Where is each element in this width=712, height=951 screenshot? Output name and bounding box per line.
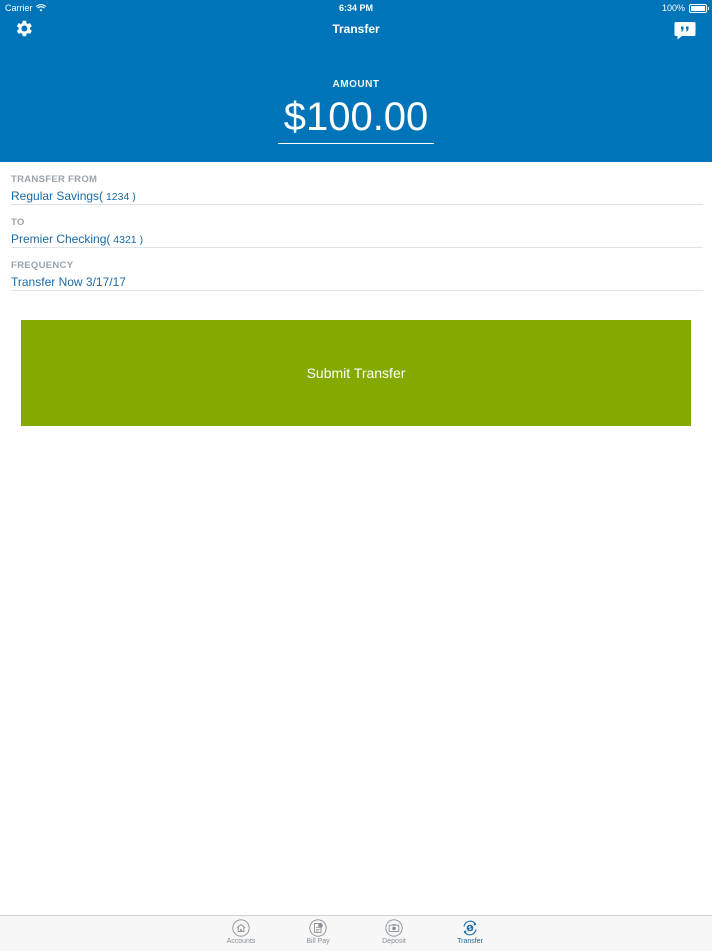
tab-bill-pay[interactable]: Bill Pay: [288, 916, 348, 951]
amount-label: AMOUNT: [332, 79, 380, 90]
tab-transfer-label: Transfer: [457, 938, 483, 945]
transfer-icon: [463, 920, 477, 936]
transfer-from-label: TRANSFER FROM: [11, 174, 98, 185]
transfer-to-label: TO: [11, 217, 25, 228]
tab-accounts-label: Accounts: [226, 938, 256, 945]
status-right: 100%: [661, 3, 709, 13]
from-account-number: 1234 ): [103, 191, 136, 203]
page-title: Transfer: [332, 22, 380, 36]
tab-deposit[interactable]: Deposit: [364, 916, 424, 951]
bill-icon: [309, 919, 327, 937]
transfer-to-value: Premier Checking( 4321 ): [11, 232, 143, 246]
amount-input[interactable]: $100.00: [278, 93, 434, 144]
transfer-from-value: Regular Savings( 1234 ): [11, 189, 136, 203]
frequency-value: Transfer Now 3/17/17: [11, 275, 126, 289]
submit-transfer-button[interactable]: Submit Transfer: [21, 320, 691, 426]
tab-transfer[interactable]: Transfer: [440, 916, 500, 951]
header: Carrier 6:34 PM 100% Transfer AMOUNT $10…: [0, 0, 712, 162]
battery-icon: [689, 3, 709, 13]
tab-bar: Accounts Bill Pay Deposit Transfer: [0, 915, 712, 951]
transfer-from-field[interactable]: TRANSFER FROM Regular Savings( 1234 ): [11, 162, 703, 205]
camera-icon: [385, 919, 403, 937]
battery-percent: 100%: [661, 3, 685, 13]
house-icon: [232, 919, 250, 937]
to-account-number: 4321 ): [110, 234, 144, 246]
tab-accounts[interactable]: Accounts: [211, 916, 271, 951]
frequency-label: FREQUENCY: [11, 260, 74, 271]
status-time: 6:34 PM: [338, 3, 373, 13]
frequency-field[interactable]: FREQUENCY Transfer Now 3/17/17: [11, 248, 703, 291]
to-account-name: Premier Checking(: [11, 232, 111, 246]
tab-deposit-label: Deposit: [382, 938, 406, 945]
from-account-name: Regular Savings(: [11, 189, 104, 203]
transfer-to-field[interactable]: TO Premier Checking( 4321 ): [11, 205, 703, 248]
quote-bubble-icon[interactable]: [674, 21, 696, 40]
tab-bill-pay-label: Bill Pay: [306, 938, 330, 945]
transfer-form: TRANSFER FROM Regular Savings( 1234 ) TO…: [0, 162, 712, 291]
status-bar: Carrier 6:34 PM 100%: [0, 0, 712, 16]
